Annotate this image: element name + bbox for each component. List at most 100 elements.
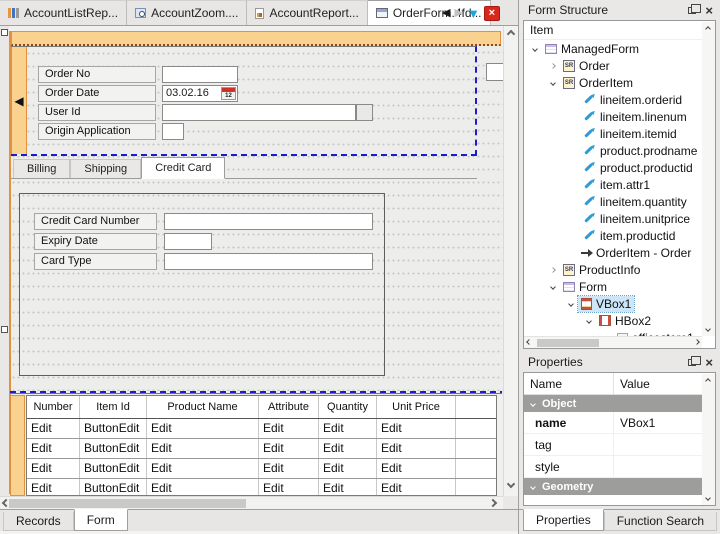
selection-handle[interactable] (1, 326, 8, 333)
tree-node-vbox1[interactable]: VBox1 (524, 295, 702, 312)
payment-tab-credit-card[interactable]: Credit Card (141, 157, 225, 179)
tree-node-item-productid[interactable]: item.productid (524, 227, 702, 244)
property-value[interactable] (613, 434, 702, 455)
tree-node-orderitem-order[interactable]: OrderItem - Order (524, 244, 702, 261)
table-cell[interactable]: Edit (319, 479, 377, 496)
expand-chevron-icon[interactable] (546, 64, 560, 68)
field-label-order-no[interactable]: Order No (38, 66, 156, 83)
table-cell[interactable]: Edit (27, 419, 80, 438)
tree-node-hbox2[interactable]: HBox2 (524, 312, 702, 329)
scroll-up-icon[interactable] (705, 26, 711, 32)
scroll-down-icon[interactable] (507, 480, 515, 488)
field-label-card-type[interactable]: Card Type (34, 253, 157, 270)
table-cell[interactable]: Edit (319, 439, 377, 458)
calendar-picker-icon[interactable]: 12 (221, 87, 236, 100)
table-cell[interactable]: Edit (377, 479, 456, 496)
table-cell[interactable]: ButtonEdit (80, 459, 147, 478)
tree-node-order[interactable]: SROrder (524, 57, 702, 74)
panel-tab-properties[interactable]: Properties (523, 509, 604, 531)
tree-node-item-attr1[interactable]: item.attr1 (524, 176, 702, 193)
tree-node-officestore1[interactable]: officestore1 (524, 329, 702, 336)
tree-node-lineitem-orderid[interactable]: lineitem.orderid (524, 91, 702, 108)
table-cell[interactable]: Edit (377, 419, 456, 438)
vbox-selection-top-bar[interactable] (11, 31, 501, 46)
table-cell[interactable]: Edit (377, 439, 456, 458)
table-cell[interactable]: ButtonEdit (80, 439, 147, 458)
expand-chevron-icon[interactable] (564, 302, 578, 306)
tree-node-product-prodname[interactable]: product.prodname (524, 142, 702, 159)
detached-field-widget[interactable] (486, 63, 504, 81)
payment-tab-billing[interactable]: Billing (13, 159, 70, 178)
column-header-quantity[interactable]: Quantity (319, 396, 377, 418)
scroll-down-icon[interactable] (705, 326, 711, 332)
column-header-item-id[interactable]: Item Id (80, 396, 147, 418)
expand-chevron-icon[interactable] (546, 81, 560, 85)
properties-vertical-scrollbar[interactable] (702, 374, 715, 505)
field-label-origin-application[interactable]: Origin Application (38, 123, 156, 140)
scroll-up-icon[interactable] (705, 378, 711, 384)
tree-node-form[interactable]: Form (524, 278, 702, 295)
next-tab-arrow-icon[interactable]: ▶ (454, 8, 462, 19)
field-input-user-id[interactable] (162, 104, 356, 121)
column-header-product-name[interactable]: Product Name (147, 396, 259, 418)
tree-node-productinfo[interactable]: SRProductInfo (524, 261, 702, 278)
table-cell[interactable]: Edit (319, 459, 377, 478)
table-cell[interactable]: Edit (147, 459, 259, 478)
table-row[interactable]: EditButtonEditEditEditEditEdit (27, 439, 496, 459)
property-value[interactable] (613, 456, 702, 477)
tree-node-managedform[interactable]: ManagedForm (524, 40, 702, 57)
tree-node-product-productid[interactable]: product.productid (524, 159, 702, 176)
view-tab-form[interactable]: Form (74, 509, 128, 531)
field-input-card-type[interactable] (164, 253, 373, 270)
table-cell[interactable]: Edit (27, 459, 80, 478)
record-side-bar[interactable]: ◀ (11, 47, 27, 154)
properties-grid[interactable]: Name Value ObjectnameVBox1tagstyleGeomet… (523, 372, 716, 506)
field-input-credit-card-number[interactable] (164, 213, 373, 230)
form-structure-tree[interactable]: Item ManagedFormSROrderSROrderItemlineit… (523, 20, 716, 349)
close-panel-icon[interactable]: × (705, 356, 713, 369)
float-panel-icon[interactable] (688, 359, 696, 366)
expand-chevron-icon[interactable] (546, 285, 560, 289)
field-label-credit-card-number[interactable]: Credit Card Number (34, 213, 157, 230)
field-label-order-date[interactable]: Order Date (38, 85, 156, 102)
column-header-number[interactable]: Number (27, 396, 80, 418)
table-row[interactable]: EditButtonEditEditEditEditEdit (27, 479, 496, 496)
tree-horizontal-scrollbar[interactable] (524, 336, 702, 348)
field-input-order-no[interactable] (162, 66, 238, 83)
column-header-unit-price[interactable]: Unit Price (377, 396, 456, 418)
previous-tab-arrow-icon[interactable]: ◀ (442, 8, 450, 19)
expand-chevron-icon[interactable] (546, 268, 560, 272)
order-record-region[interactable]: ◀ Order NoOrder Date03.02.1612User IdOri… (11, 46, 477, 156)
table-cell[interactable]: Edit (259, 439, 319, 458)
tree-node-lineitem-unitprice[interactable]: lineitem.unitprice (524, 210, 702, 227)
close-panel-icon[interactable]: × (705, 4, 713, 17)
field-input-expiry-date[interactable] (164, 233, 212, 250)
scroll-right-icon[interactable] (489, 499, 497, 507)
table-cell[interactable]: Edit (147, 419, 259, 438)
property-section-geometry[interactable]: Geometry (524, 478, 702, 495)
credit-card-group-box[interactable]: Credit Card NumberExpiry DateCard Type (19, 193, 385, 376)
panel-tab-function-search[interactable]: Function Search (604, 512, 717, 531)
doc-tab-accountlistrep[interactable]: AccountListRep... (0, 0, 127, 25)
selection-handle[interactable] (1, 29, 8, 36)
tree-node-lineitem-itemid[interactable]: lineitem.itemid (524, 125, 702, 142)
form-design-canvas[interactable]: ◀ Order NoOrder Date03.02.1612User IdOri… (0, 26, 518, 496)
table-side-bar[interactable] (10, 395, 25, 496)
expand-chevron-icon[interactable] (582, 319, 596, 323)
order-items-table[interactable]: NumberItem IdProduct NameAttributeQuanti… (26, 395, 497, 496)
table-cell[interactable]: Edit (27, 439, 80, 458)
tree-node-lineitem-quantity[interactable]: lineitem.quantity (524, 193, 702, 210)
table-cell[interactable]: Edit (259, 479, 319, 496)
field-input-order-date[interactable]: 03.02.1612 (162, 85, 238, 102)
tab-list-dropdown-icon[interactable]: ▼ (467, 7, 480, 20)
column-header-attribute[interactable]: Attribute (259, 396, 319, 418)
table-row[interactable]: EditButtonEditEditEditEditEdit (27, 459, 496, 479)
horizontal-scroll-thumb[interactable] (537, 339, 599, 347)
table-cell[interactable]: Edit (259, 459, 319, 478)
table-cell[interactable]: ButtonEdit (80, 419, 147, 438)
canvas-horizontal-scrollbar[interactable] (0, 496, 503, 509)
payment-tab-shipping[interactable]: Shipping (70, 159, 141, 178)
table-cell[interactable]: Edit (27, 479, 80, 496)
doc-tab-accountreport[interactable]: AccountReport... (247, 0, 367, 25)
tree-node-lineitem-linenum[interactable]: lineitem.linenum (524, 108, 702, 125)
